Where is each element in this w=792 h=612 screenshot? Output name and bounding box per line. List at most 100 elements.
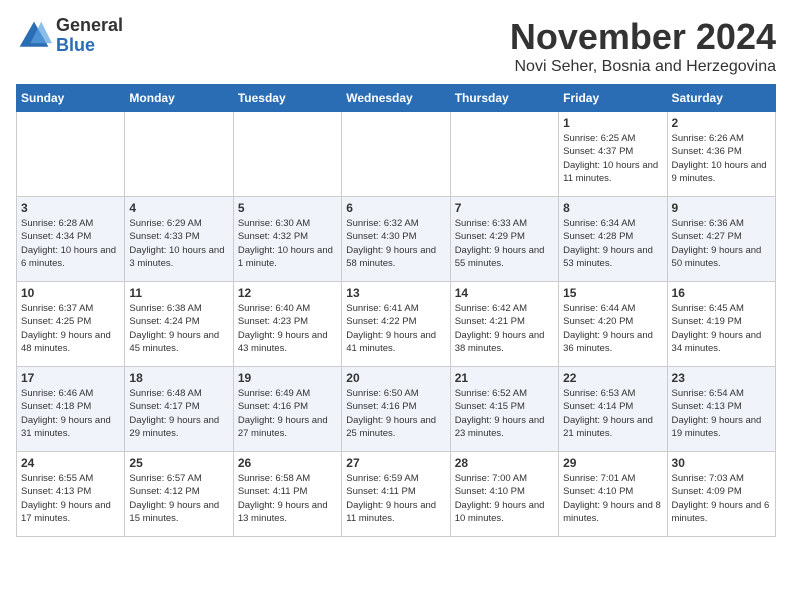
day-info: Sunrise: 6:52 AM Sunset: 4:15 PM Dayligh… (455, 387, 554, 440)
logo: General Blue (16, 16, 123, 56)
day-number: 27 (346, 456, 445, 470)
day-info: Sunrise: 7:00 AM Sunset: 4:10 PM Dayligh… (455, 472, 554, 525)
day-info: Sunrise: 6:25 AM Sunset: 4:37 PM Dayligh… (563, 132, 662, 185)
day-number: 10 (21, 286, 120, 300)
day-info: Sunrise: 6:28 AM Sunset: 4:34 PM Dayligh… (21, 217, 120, 270)
day-info: Sunrise: 7:03 AM Sunset: 4:09 PM Dayligh… (672, 472, 771, 525)
day-number: 22 (563, 371, 662, 385)
month-title: November 2024 (510, 16, 776, 58)
day-info: Sunrise: 7:01 AM Sunset: 4:10 PM Dayligh… (563, 472, 662, 525)
day-number: 19 (238, 371, 337, 385)
day-info: Sunrise: 6:44 AM Sunset: 4:20 PM Dayligh… (563, 302, 662, 355)
day-header-thursday: Thursday (450, 85, 558, 112)
day-info: Sunrise: 6:37 AM Sunset: 4:25 PM Dayligh… (21, 302, 120, 355)
day-header-friday: Friday (559, 85, 667, 112)
logo-general: General (56, 16, 123, 36)
day-number: 3 (21, 201, 120, 215)
calendar-cell: 2Sunrise: 6:26 AM Sunset: 4:36 PM Daylig… (667, 112, 775, 197)
day-number: 23 (672, 371, 771, 385)
day-header-saturday: Saturday (667, 85, 775, 112)
day-info: Sunrise: 6:45 AM Sunset: 4:19 PM Dayligh… (672, 302, 771, 355)
day-info: Sunrise: 6:29 AM Sunset: 4:33 PM Dayligh… (129, 217, 228, 270)
calendar-cell: 17 Sunrise: 6:46 AM Sunset: 4:18 PM Dayli… (17, 367, 125, 452)
day-number: 24 (21, 456, 120, 470)
day-info: Sunrise: 6:59 AM Sunset: 4:11 PM Dayligh… (346, 472, 445, 525)
day-info: Sunrise: 6:54 AM Sunset: 4:13 PM Dayligh… (672, 387, 771, 440)
calendar-week-2: 3 Sunrise: 6:28 AM Sunset: 4:34 PM Daylig… (17, 197, 776, 282)
day-info: Sunrise: 6:30 AM Sunset: 4:32 PM Dayligh… (238, 217, 337, 270)
day-info: Sunrise: 6:55 AM Sunset: 4:13 PM Dayligh… (21, 472, 120, 525)
calendar-cell: 30 Sunrise: 7:03 AM Sunset: 4:09 PM Dayli… (667, 452, 775, 537)
calendar-cell: 23 Sunrise: 6:54 AM Sunset: 4:13 PM Dayli… (667, 367, 775, 452)
logo-blue: Blue (56, 36, 123, 56)
day-number: 25 (129, 456, 228, 470)
calendar-cell: 9 Sunrise: 6:36 AM Sunset: 4:27 PM Daylig… (667, 197, 775, 282)
day-info: Sunrise: 6:46 AM Sunset: 4:18 PM Dayligh… (21, 387, 120, 440)
logo-text: General Blue (56, 16, 123, 56)
day-info: Sunrise: 6:38 AM Sunset: 4:24 PM Dayligh… (129, 302, 228, 355)
calendar-cell: 6 Sunrise: 6:32 AM Sunset: 4:30 PM Daylig… (342, 197, 450, 282)
day-info: Sunrise: 6:34 AM Sunset: 4:28 PM Dayligh… (563, 217, 662, 270)
calendar-cell: 22Sunrise: 6:53 AM Sunset: 4:14 PM Dayli… (559, 367, 667, 452)
day-header-tuesday: Tuesday (233, 85, 341, 112)
day-number: 21 (455, 371, 554, 385)
day-number: 12 (238, 286, 337, 300)
calendar-cell: 25 Sunrise: 6:57 AM Sunset: 4:12 PM Dayli… (125, 452, 233, 537)
calendar-cell (17, 112, 125, 197)
day-number: 30 (672, 456, 771, 470)
day-number: 6 (346, 201, 445, 215)
calendar-cell: 18 Sunrise: 6:48 AM Sunset: 4:17 PM Dayli… (125, 367, 233, 452)
calendar-cell: 10 Sunrise: 6:37 AM Sunset: 4:25 PM Dayli… (17, 282, 125, 367)
day-info: Sunrise: 6:48 AM Sunset: 4:17 PM Dayligh… (129, 387, 228, 440)
calendar-cell: 13Sunrise: 6:41 AM Sunset: 4:22 PM Dayli… (342, 282, 450, 367)
day-number: 15 (563, 286, 662, 300)
day-number: 5 (238, 201, 337, 215)
calendar-cell: 24 Sunrise: 6:55 AM Sunset: 4:13 PM Dayli… (17, 452, 125, 537)
day-info: Sunrise: 6:32 AM Sunset: 4:30 PM Dayligh… (346, 217, 445, 270)
calendar-week-4: 17 Sunrise: 6:46 AM Sunset: 4:18 PM Dayli… (17, 367, 776, 452)
day-info: Sunrise: 6:58 AM Sunset: 4:11 PM Dayligh… (238, 472, 337, 525)
calendar-cell: 11 Sunrise: 6:38 AM Sunset: 4:24 PM Dayli… (125, 282, 233, 367)
calendar-week-3: 10 Sunrise: 6:37 AM Sunset: 4:25 PM Dayli… (17, 282, 776, 367)
day-number: 9 (672, 201, 771, 215)
day-number: 17 (21, 371, 120, 385)
calendar-cell: 21 Sunrise: 6:52 AM Sunset: 4:15 PM Dayli… (450, 367, 558, 452)
calendar-cell: 27 Sunrise: 6:59 AM Sunset: 4:11 PM Dayli… (342, 452, 450, 537)
calendar-cell: 3 Sunrise: 6:28 AM Sunset: 4:34 PM Daylig… (17, 197, 125, 282)
calendar-cell (233, 112, 341, 197)
day-number: 13 (346, 286, 445, 300)
day-header-monday: Monday (125, 85, 233, 112)
calendar-table: SundayMondayTuesdayWednesdayThursdayFrid… (16, 84, 776, 537)
calendar-cell: 7Sunrise: 6:33 AM Sunset: 4:29 PM Daylig… (450, 197, 558, 282)
calendar-cell: 14Sunrise: 6:42 AM Sunset: 4:21 PM Dayli… (450, 282, 558, 367)
day-header-sunday: Sunday (17, 85, 125, 112)
day-info: Sunrise: 6:33 AM Sunset: 4:29 PM Dayligh… (455, 217, 554, 270)
day-info: Sunrise: 6:40 AM Sunset: 4:23 PM Dayligh… (238, 302, 337, 355)
day-number: 11 (129, 286, 228, 300)
calendar-cell: 5 Sunrise: 6:30 AM Sunset: 4:32 PM Daylig… (233, 197, 341, 282)
header: General Blue November 2024 Novi Seher, B… (16, 16, 776, 76)
calendar-header-row: SundayMondayTuesdayWednesdayThursdayFrid… (17, 85, 776, 112)
day-info: Sunrise: 6:36 AM Sunset: 4:27 PM Dayligh… (672, 217, 771, 270)
day-number: 8 (563, 201, 662, 215)
calendar-cell: 4 Sunrise: 6:29 AM Sunset: 4:33 PM Daylig… (125, 197, 233, 282)
calendar-cell: 26Sunrise: 6:58 AM Sunset: 4:11 PM Dayli… (233, 452, 341, 537)
calendar-cell: 15 Sunrise: 6:44 AM Sunset: 4:20 PM Dayli… (559, 282, 667, 367)
day-number: 28 (455, 456, 554, 470)
calendar-cell (342, 112, 450, 197)
title-area: November 2024 Novi Seher, Bosnia and Her… (510, 16, 776, 76)
calendar-cell: 28 Sunrise: 7:00 AM Sunset: 4:10 PM Dayli… (450, 452, 558, 537)
calendar-cell: 19 Sunrise: 6:49 AM Sunset: 4:16 PM Dayli… (233, 367, 341, 452)
calendar-cell: 8 Sunrise: 6:34 AM Sunset: 4:28 PM Daylig… (559, 197, 667, 282)
day-number: 4 (129, 201, 228, 215)
day-info: Sunrise: 6:49 AM Sunset: 4:16 PM Dayligh… (238, 387, 337, 440)
day-header-wednesday: Wednesday (342, 85, 450, 112)
calendar-cell: 20 Sunrise: 6:50 AM Sunset: 4:16 PM Dayli… (342, 367, 450, 452)
calendar-week-1: 1Sunrise: 6:25 AM Sunset: 4:37 PM Daylig… (17, 112, 776, 197)
day-info: Sunrise: 6:50 AM Sunset: 4:16 PM Dayligh… (346, 387, 445, 440)
calendar-week-5: 24 Sunrise: 6:55 AM Sunset: 4:13 PM Dayli… (17, 452, 776, 537)
day-number: 18 (129, 371, 228, 385)
day-number: 20 (346, 371, 445, 385)
calendar-cell: 29Sunrise: 7:01 AM Sunset: 4:10 PM Dayli… (559, 452, 667, 537)
day-info: Sunrise: 6:57 AM Sunset: 4:12 PM Dayligh… (129, 472, 228, 525)
